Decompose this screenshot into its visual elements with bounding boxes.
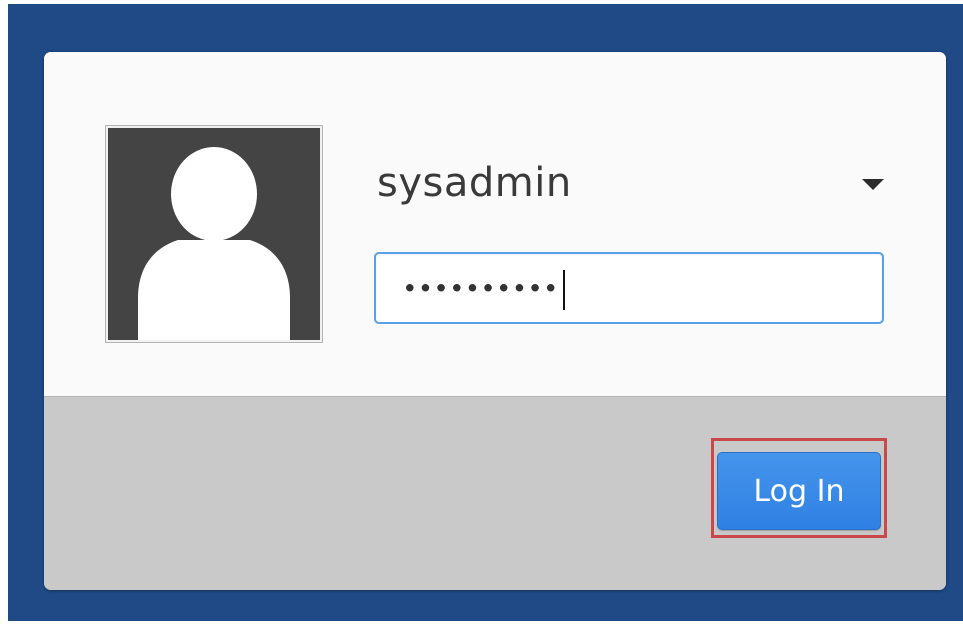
text-caret (562, 270, 565, 310)
user-silhouette-icon (108, 128, 320, 340)
login-dialog: sysadmin •••••••••• Log In (44, 52, 946, 590)
username-label: sysadmin (377, 160, 572, 206)
password-value: •••••••••• (402, 270, 565, 310)
login-dialog-content: sysadmin •••••••••• (44, 52, 946, 397)
password-input[interactable]: •••••••••• (374, 252, 884, 324)
chevron-down-icon[interactable] (862, 179, 884, 190)
desktop-background: sysadmin •••••••••• Log In (8, 4, 963, 621)
user-avatar (105, 125, 323, 343)
username-selector[interactable]: sysadmin (374, 156, 884, 216)
password-masked-text: •••••••••• (402, 274, 559, 305)
login-button[interactable]: Log In (717, 452, 881, 530)
